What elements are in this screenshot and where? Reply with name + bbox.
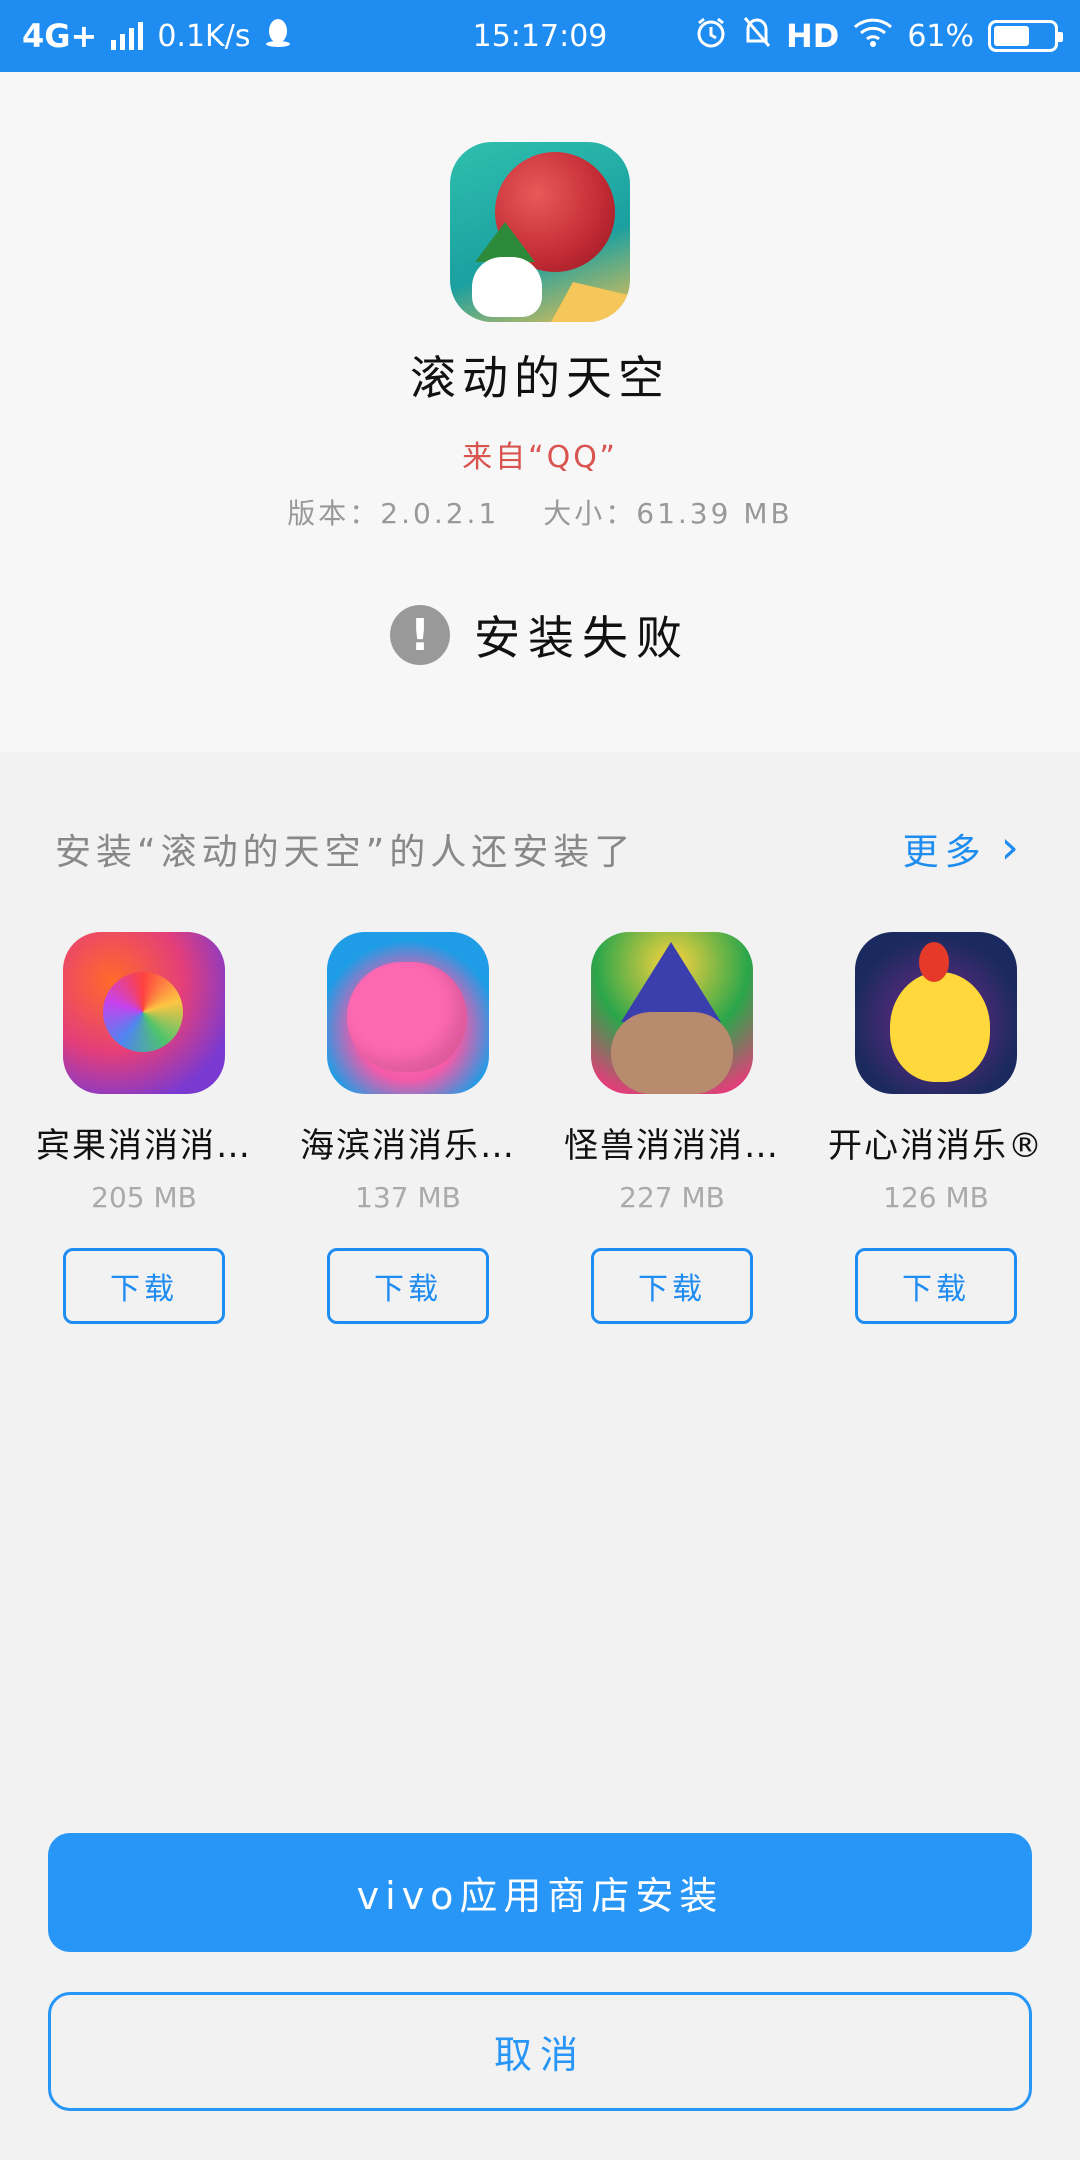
app-icon-monster[interactable] [591,932,753,1094]
vivo-store-install-button[interactable]: vivo应用商店安装 [48,1833,1032,1952]
recommendations-list: 宾果消消消… 205 MB 下载 海滨消消乐… 137 MB 下载 怪兽消消消…… [0,932,1080,1332]
rec-app-size: 137 MB [355,1181,461,1214]
rec-app-name: 海滨消消乐… [300,1126,516,1166]
rec-app-name: 怪兽消消消… [564,1126,780,1166]
app-icon [450,142,630,322]
list-item[interactable]: 海滨消消乐… 137 MB 下载 [276,932,540,1324]
rec-app-name: 开心消消乐® [828,1126,1044,1166]
download-button[interactable]: 下载 [591,1248,753,1324]
battery-level [994,26,1030,46]
network-speed: 0.1K/s [157,18,251,54]
chevron-right-icon: › [1000,820,1025,874]
battery-percent: 61% [907,18,974,54]
install-status-text: 安装失败 [474,611,690,665]
rec-app-size: 227 MB [619,1181,725,1214]
wifi-icon [853,17,893,55]
signal-strength-icon [111,22,144,50]
download-button[interactable]: 下载 [63,1248,225,1324]
recommendations-header: 安装“滚动的天空”的人还安装了 更多 › [55,820,1025,876]
app-version: 版本：2.0.2.1 [287,497,500,530]
app-icon-happy-elements[interactable] [855,932,1017,1094]
rec-app-name: 宾果消消消… [36,1126,252,1166]
rec-app-size: 126 MB [883,1181,989,1214]
app-name: 滚动的天空 [410,351,670,405]
status-bar: 4G+ 0.1K/s 15:17:09 HD 61% [0,0,1080,72]
download-button[interactable]: 下载 [327,1248,489,1324]
alarm-icon [694,15,728,57]
app-meta: 版本：2.0.2.1 大小：61.39 MB [0,492,1080,532]
list-item[interactable]: 开心消消乐® 126 MB 下载 [804,932,1068,1324]
cancel-button[interactable]: 取消 [48,1992,1032,2111]
qq-penguin-icon [264,17,292,55]
recommendations-title: 安装“滚动的天空”的人还安装了 [55,832,636,873]
rec-app-size: 205 MB [91,1181,197,1214]
more-link[interactable]: 更多 › [902,820,1025,876]
app-source: 来自“QQ” [462,440,618,475]
app-info-panel: 滚动的天空 来自“QQ” 版本：2.0.2.1 大小：61.39 MB ! 安装失… [0,72,1080,752]
app-icon-bingo[interactable] [63,932,225,1094]
warning-icon: ! [390,605,450,665]
list-item[interactable]: 怪兽消消消… 227 MB 下载 [540,932,804,1324]
status-right: HD 61% [694,15,1063,57]
download-button[interactable]: 下载 [855,1248,1017,1324]
battery-icon [988,20,1063,52]
bell-off-icon [742,15,772,57]
app-size: 大小：61.39 MB [543,497,793,530]
hd-indicator: HD [785,17,840,55]
status-left: 4G+ 0.1K/s [22,17,292,55]
list-item[interactable]: 宾果消消消… 205 MB 下载 [12,932,276,1324]
more-label: 更多 [902,832,987,873]
network-type: 4G+ [22,17,98,55]
app-icon-seaside[interactable] [327,932,489,1094]
install-status: ! 安装失败 [0,602,1080,668]
